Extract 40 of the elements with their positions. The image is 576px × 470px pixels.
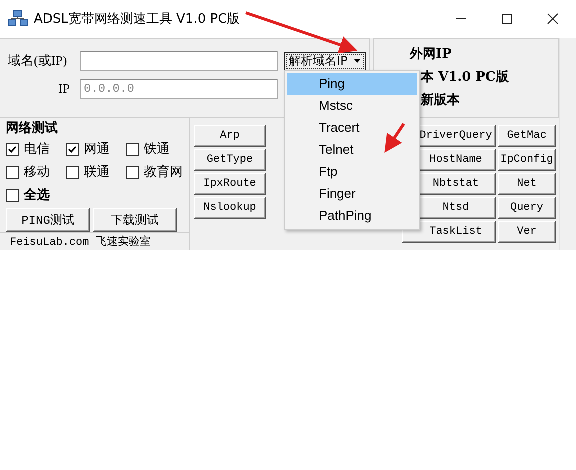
test-button[interactable]: 下载测试: [93, 208, 177, 232]
carrier-checkbox[interactable]: 联通: [66, 163, 126, 181]
annotation-arrow: [384, 123, 406, 153]
carrier-checkbox[interactable]: 移动: [6, 163, 66, 181]
info-text: 新版本: [420, 92, 461, 109]
maximize-icon: [501, 13, 513, 25]
ip-label: IP: [57, 81, 70, 97]
carrier-checkbox[interactable]: 网通: [66, 140, 126, 158]
tool-button[interactable]: TaskList: [402, 221, 496, 243]
scrollbar[interactable]: [559, 38, 576, 250]
tool-button[interactable]: GetType: [194, 149, 266, 171]
test-button[interactable]: PING测试: [6, 208, 90, 232]
tool-button[interactable]: Net: [498, 173, 556, 195]
menu-item[interactable]: Mstsc: [287, 95, 417, 117]
tool-button[interactable]: IpxRoute: [194, 173, 266, 195]
menu-item[interactable]: Ping: [287, 73, 417, 95]
tool-button[interactable]: Ver: [498, 221, 556, 243]
carrier-checkbox[interactable]: 铁通: [126, 140, 188, 158]
tool-button[interactable]: IpConfig: [498, 149, 556, 171]
caret-icon: [354, 59, 361, 64]
tool-button[interactable]: Nslookup: [194, 197, 266, 219]
tool-button[interactable]: Arp: [194, 125, 266, 147]
checkmark-icon: [7, 144, 18, 154]
status-text: FeisuLab.com 飞速实验室: [10, 234, 151, 249]
info-text: 本 V1.0 PC版: [420, 69, 510, 86]
domain-label: 域名(或IP): [8, 52, 68, 70]
group-title: 网络测试: [6, 120, 59, 137]
info-text: 外网IP: [410, 46, 453, 63]
domain-field[interactable]: [80, 51, 278, 71]
window-title: ADSL宽带网络测速工具 V1.0 PC版: [34, 11, 240, 28]
carrier-checkbox[interactable]: 教育网: [126, 163, 188, 181]
carrier-checkbox[interactable]: 电信: [6, 140, 66, 158]
close-icon: [547, 13, 559, 25]
tool-button[interactable]: Query: [498, 197, 556, 219]
ip-field[interactable]: 0.0.0.0: [80, 79, 278, 99]
tool-button[interactable]: GetMac: [498, 125, 556, 147]
select-all-checkbox[interactable]: 全选: [6, 186, 189, 204]
resolve-dropdown[interactable]: 解析域名IP: [284, 52, 366, 70]
checkmark-icon: [67, 144, 78, 154]
app-icon: [8, 10, 28, 28]
